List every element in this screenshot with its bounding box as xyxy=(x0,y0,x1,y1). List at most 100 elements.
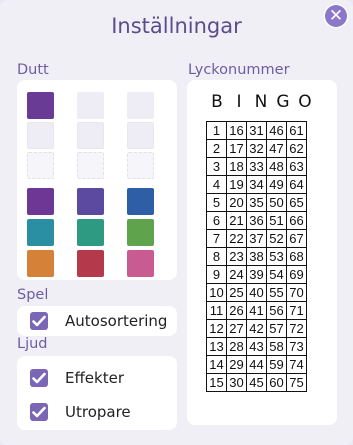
lucky-number-cell[interactable]: 70 xyxy=(286,283,307,302)
lucky-number-cell[interactable]: 59 xyxy=(266,355,287,374)
lucky-number-cell[interactable]: 69 xyxy=(286,265,307,284)
lucky-number-cell[interactable]: 35 xyxy=(246,193,267,212)
lucky-number-cell[interactable]: 20 xyxy=(226,193,247,212)
dabber-color-swatch[interactable] xyxy=(77,219,104,246)
lucky-number-cell[interactable]: 14 xyxy=(206,355,227,374)
dabber-color-swatch[interactable] xyxy=(27,122,54,149)
lucky-number-cell[interactable]: 33 xyxy=(246,157,267,176)
lucky-number-cell[interactable]: 63 xyxy=(286,157,307,176)
dabber-color-swatch[interactable] xyxy=(27,152,54,179)
lucky-number-cell[interactable]: 55 xyxy=(266,283,287,302)
lucky-number-cell[interactable]: 21 xyxy=(226,211,247,230)
effects-checkbox[interactable] xyxy=(30,369,48,387)
dabber-color-swatch[interactable] xyxy=(27,188,54,215)
lucky-number-cell[interactable]: 30 xyxy=(226,373,247,392)
lucky-number-cell[interactable]: 3 xyxy=(206,157,227,176)
lucky-number-cell[interactable]: 34 xyxy=(246,175,267,194)
lucky-number-cell[interactable]: 64 xyxy=(286,175,307,194)
dabber-color-swatch[interactable] xyxy=(77,188,104,215)
dabber-color-swatch[interactable] xyxy=(77,152,104,179)
dabber-color-swatch[interactable] xyxy=(27,219,54,246)
lucky-number-cell[interactable]: 9 xyxy=(206,265,227,284)
lucky-number-cell[interactable]: 51 xyxy=(266,211,287,230)
lucky-number-cell[interactable]: 60 xyxy=(266,373,287,392)
caller-checkbox[interactable] xyxy=(30,403,48,421)
lucky-number-cell[interactable]: 24 xyxy=(226,265,247,284)
dabber-color-swatch[interactable] xyxy=(77,250,104,277)
lucky-number-cell[interactable]: 32 xyxy=(246,139,267,158)
lucky-number-cell[interactable]: 52 xyxy=(266,229,287,248)
dabber-color-swatch[interactable] xyxy=(27,92,54,119)
lucky-number-cell[interactable]: 16 xyxy=(226,121,247,140)
lucky-number-cell[interactable]: 65 xyxy=(286,193,307,212)
autosort-option[interactable]: Autosortering xyxy=(30,312,167,330)
lucky-number-cell[interactable]: 36 xyxy=(246,211,267,230)
lucky-number-cell[interactable]: 47 xyxy=(266,139,287,158)
lucky-number-cell[interactable]: 62 xyxy=(286,139,307,158)
lucky-number-cell[interactable]: 73 xyxy=(286,337,307,356)
lucky-number-cell[interactable]: 57 xyxy=(266,319,287,338)
lucky-number-cell[interactable]: 26 xyxy=(226,301,247,320)
lucky-number-cell[interactable]: 1 xyxy=(206,121,227,140)
lucky-number-cell[interactable]: 5 xyxy=(206,193,227,212)
lucky-number-cell[interactable]: 53 xyxy=(266,247,287,266)
dabber-color-swatch[interactable] xyxy=(127,188,154,215)
lucky-number-cell[interactable]: 50 xyxy=(266,193,287,212)
dabber-color-swatch[interactable] xyxy=(127,122,154,149)
lucky-number-cell[interactable]: 6 xyxy=(206,211,227,230)
lucky-number-cell[interactable]: 54 xyxy=(266,265,287,284)
lucky-number-cell[interactable]: 8 xyxy=(206,247,227,266)
lucky-number-cell[interactable]: 27 xyxy=(226,319,247,338)
dabber-color-swatch[interactable] xyxy=(127,250,154,277)
lucky-number-cell[interactable]: 37 xyxy=(246,229,267,248)
close-button[interactable]: ✕ xyxy=(323,3,349,29)
lucky-number-cell[interactable]: 4 xyxy=(206,175,227,194)
autosort-checkbox[interactable] xyxy=(30,312,48,330)
effects-option[interactable]: Effekter xyxy=(30,369,124,387)
dabber-color-swatch[interactable] xyxy=(27,250,54,277)
lucky-number-cell[interactable]: 40 xyxy=(246,283,267,302)
lucky-number-cell[interactable]: 72 xyxy=(286,319,307,338)
lucky-number-cell[interactable]: 45 xyxy=(246,373,267,392)
lucky-number-cell[interactable]: 44 xyxy=(246,355,267,374)
lucky-number-cell[interactable]: 2 xyxy=(206,139,227,158)
dabber-color-swatch[interactable] xyxy=(127,92,154,119)
dabber-color-swatch[interactable] xyxy=(77,92,104,119)
lucky-number-cell[interactable]: 31 xyxy=(246,121,267,140)
lucky-number-cell[interactable]: 42 xyxy=(246,319,267,338)
lucky-number-cell[interactable]: 7 xyxy=(206,229,227,248)
lucky-number-cell[interactable]: 11 xyxy=(206,301,227,320)
lucky-number-cell[interactable]: 22 xyxy=(226,229,247,248)
dabber-color-swatch[interactable] xyxy=(127,152,154,179)
lucky-number-cell[interactable]: 75 xyxy=(286,373,307,392)
lucky-number-cell[interactable]: 13 xyxy=(206,337,227,356)
lucky-number-cell[interactable]: 49 xyxy=(266,175,287,194)
lucky-number-cell[interactable]: 41 xyxy=(246,301,267,320)
lucky-number-cell[interactable]: 18 xyxy=(226,157,247,176)
lucky-number-cell[interactable]: 67 xyxy=(286,229,307,248)
lucky-number-cell[interactable]: 12 xyxy=(206,319,227,338)
dabber-color-swatch[interactable] xyxy=(127,219,154,246)
lucky-number-cell[interactable]: 56 xyxy=(266,301,287,320)
lucky-number-cell[interactable]: 10 xyxy=(206,283,227,302)
lucky-number-cell[interactable]: 15 xyxy=(206,373,227,392)
caller-option[interactable]: Utropare xyxy=(30,403,131,421)
lucky-number-cell[interactable]: 46 xyxy=(266,121,287,140)
lucky-number-cell[interactable]: 43 xyxy=(246,337,267,356)
dabber-color-swatch[interactable] xyxy=(77,122,104,149)
lucky-number-cell[interactable]: 23 xyxy=(226,247,247,266)
lucky-number-cell[interactable]: 48 xyxy=(266,157,287,176)
lucky-number-cell[interactable]: 38 xyxy=(246,247,267,266)
lucky-number-cell[interactable]: 39 xyxy=(246,265,267,284)
lucky-number-cell[interactable]: 66 xyxy=(286,211,307,230)
lucky-number-cell[interactable]: 28 xyxy=(226,337,247,356)
lucky-number-cell[interactable]: 61 xyxy=(286,121,307,140)
lucky-number-cell[interactable]: 74 xyxy=(286,355,307,374)
lucky-number-cell[interactable]: 17 xyxy=(226,139,247,158)
lucky-number-cell[interactable]: 25 xyxy=(226,283,247,302)
lucky-number-cell[interactable]: 68 xyxy=(286,247,307,266)
lucky-number-cell[interactable]: 58 xyxy=(266,337,287,356)
lucky-number-cell[interactable]: 71 xyxy=(286,301,307,320)
lucky-number-cell[interactable]: 19 xyxy=(226,175,247,194)
lucky-number-cell[interactable]: 29 xyxy=(226,355,247,374)
